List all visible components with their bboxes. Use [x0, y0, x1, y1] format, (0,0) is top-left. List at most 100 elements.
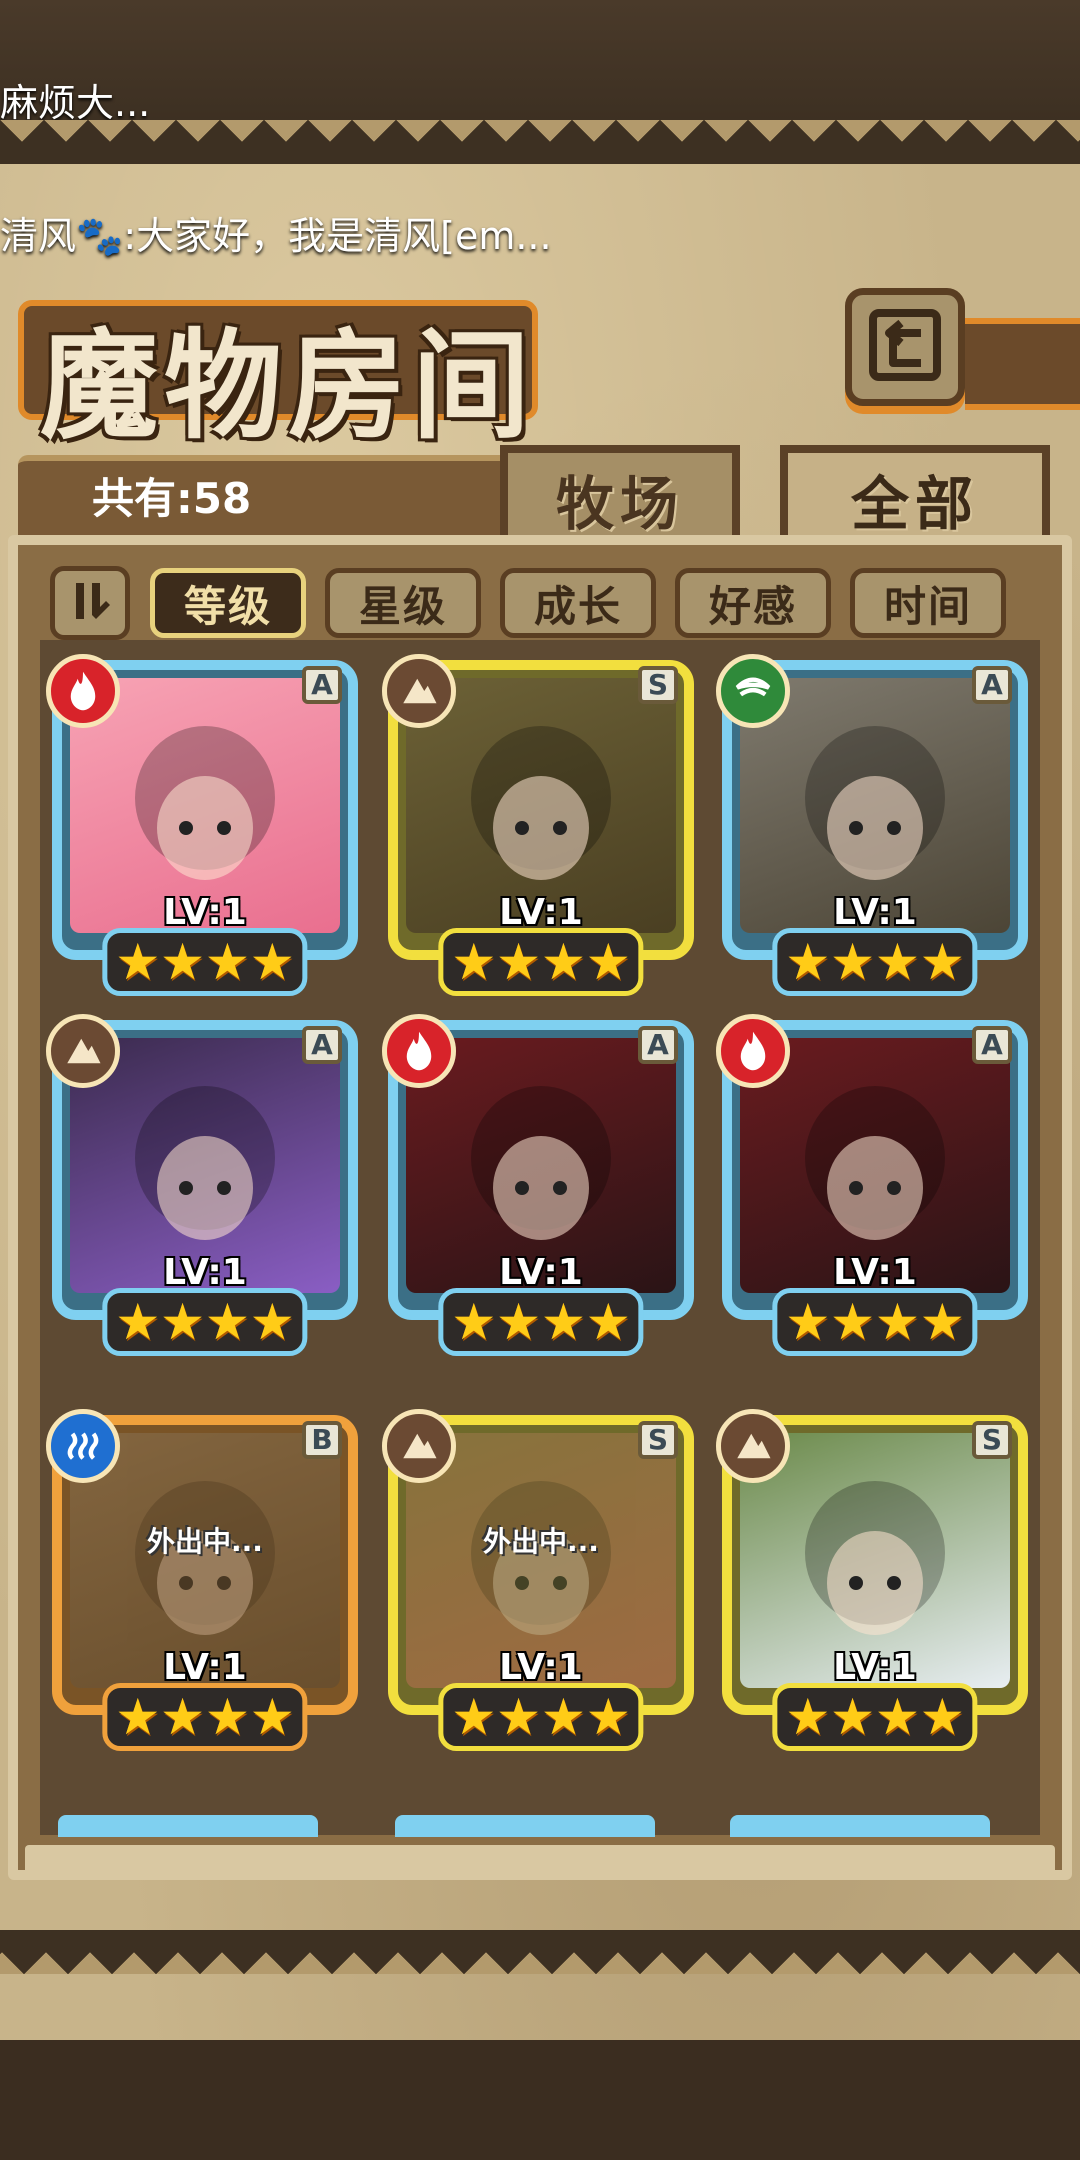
page-title: 魔物房间 — [40, 317, 537, 455]
star-icon: ★ — [451, 1293, 497, 1351]
star-icon: ★ — [541, 1293, 586, 1351]
level-label: LV:1 — [499, 1252, 583, 1293]
rank-badge: A — [302, 666, 342, 704]
monster-card[interactable]: S 外出中... LV:1 ★★★★ — [382, 1409, 694, 1751]
away-status: 外出中... — [483, 1525, 599, 1558]
star-icon: ★ — [451, 1688, 497, 1746]
star-rating: ★★★★ — [438, 1683, 644, 1751]
monster-card[interactable]: A LV:1 ★★★★ — [46, 1014, 358, 1356]
fire-icon — [382, 1014, 456, 1088]
sort-time-button[interactable]: 时间 — [850, 568, 1006, 638]
rank-badge: A — [972, 666, 1012, 704]
monster-card[interactable]: A LV:1 ★★★★ — [716, 1014, 1028, 1356]
next-row-card — [58, 1815, 318, 1837]
monster-card[interactable]: S LV:1 ★★★★ — [382, 654, 694, 996]
sort-affection-button[interactable]: 好感 — [675, 568, 831, 638]
monster-card[interactable]: B 外出中... LV:1 ★★★★ — [46, 1409, 358, 1751]
next-row-card — [395, 1815, 655, 1837]
chat-bar — [0, 0, 1080, 120]
away-status: 外出中... — [147, 1525, 263, 1558]
monster-card[interactable]: S LV:1 ★★★★ — [716, 1409, 1028, 1751]
star-icon: ★ — [875, 933, 920, 991]
rank-badge: S — [972, 1421, 1012, 1459]
tab-ranch[interactable]: 牧场 — [500, 445, 740, 545]
monster-card[interactable]: A LV:1 ★★★★ — [716, 654, 1028, 996]
star-icon: ★ — [919, 933, 965, 991]
star-icon: ★ — [585, 1293, 631, 1351]
star-icon: ★ — [496, 1688, 541, 1746]
star-icon: ★ — [451, 933, 497, 991]
star-icon: ★ — [919, 1688, 965, 1746]
star-icon: ★ — [496, 1293, 541, 1351]
star-icon: ★ — [115, 1688, 161, 1746]
star-rating: ★★★★ — [772, 1288, 978, 1356]
parchment-top-edge — [0, 120, 1080, 164]
return-icon — [865, 305, 945, 389]
star-icon: ★ — [785, 1688, 831, 1746]
sort-star-button[interactable]: 星级 — [325, 568, 481, 638]
star-icon: ★ — [205, 1293, 250, 1351]
rank-badge: S — [638, 1421, 678, 1459]
star-icon: ★ — [585, 933, 631, 991]
fire-icon — [716, 1014, 790, 1088]
sort-growth-button[interactable]: 成长 — [500, 568, 656, 638]
earth-icon — [46, 1014, 120, 1088]
monster-card[interactable]: A LV:1 ★★★★ — [382, 1014, 694, 1356]
earth-icon — [716, 1409, 790, 1483]
level-label: LV:1 — [499, 1647, 583, 1688]
header-strip — [965, 318, 1080, 410]
star-icon: ★ — [205, 933, 250, 991]
star-icon: ★ — [160, 933, 205, 991]
star-rating: ★★★★ — [102, 1683, 308, 1751]
star-icon: ★ — [541, 933, 586, 991]
bottom-bar — [0, 2040, 1080, 2160]
star-rating: ★★★★ — [438, 1288, 644, 1356]
sort-order-icon — [66, 577, 114, 629]
star-rating: ★★★★ — [772, 928, 978, 996]
sort-order-toggle[interactable] — [50, 566, 130, 640]
rank-badge: A — [638, 1026, 678, 1064]
level-label: LV:1 — [833, 1647, 917, 1688]
star-icon: ★ — [115, 933, 161, 991]
monster-count: 共有:58 — [92, 474, 252, 523]
star-rating: ★★★★ — [102, 928, 308, 996]
water-icon — [46, 1409, 120, 1483]
star-icon: ★ — [496, 933, 541, 991]
star-rating: ★★★★ — [438, 928, 644, 996]
monster-card[interactable]: A LV:1 ★★★★ — [46, 654, 358, 996]
chat-message[interactable]: 麻烦大... — [0, 72, 150, 127]
rank-badge: A — [972, 1026, 1012, 1064]
star-icon: ★ — [160, 1688, 205, 1746]
star-icon: ★ — [249, 1688, 295, 1746]
wind-icon — [716, 654, 790, 728]
panel-bottom-edge — [25, 1845, 1055, 1880]
level-label: LV:1 — [163, 1252, 247, 1293]
back-button[interactable] — [845, 288, 965, 406]
star-icon: ★ — [830, 1688, 875, 1746]
level-label: LV:1 — [163, 1647, 247, 1688]
sort-level-button[interactable]: 等级 — [150, 568, 306, 638]
fire-icon — [46, 654, 120, 728]
star-icon: ★ — [785, 933, 831, 991]
star-icon: ★ — [205, 1688, 250, 1746]
rank-badge: A — [302, 1026, 342, 1064]
star-icon: ★ — [875, 1688, 920, 1746]
star-icon: ★ — [919, 1293, 965, 1351]
star-icon: ★ — [249, 933, 295, 991]
next-row-card — [730, 1815, 990, 1837]
earth-icon — [382, 654, 456, 728]
chat-message[interactable]: 清风🐾:大家好，我是清风[em... — [0, 205, 552, 260]
rank-badge: S — [638, 666, 678, 704]
star-icon: ★ — [830, 933, 875, 991]
tab-all[interactable]: 全部 — [780, 445, 1050, 545]
star-icon: ★ — [585, 1688, 631, 1746]
star-icon: ★ — [875, 1293, 920, 1351]
star-rating: ★★★★ — [102, 1288, 308, 1356]
parchment-bottom-edge — [0, 1930, 1080, 1974]
level-label: LV:1 — [499, 892, 583, 933]
star-icon: ★ — [160, 1293, 205, 1351]
star-icon: ★ — [785, 1293, 831, 1351]
level-label: LV:1 — [833, 892, 917, 933]
rank-badge: B — [302, 1421, 342, 1459]
star-icon: ★ — [541, 1688, 586, 1746]
